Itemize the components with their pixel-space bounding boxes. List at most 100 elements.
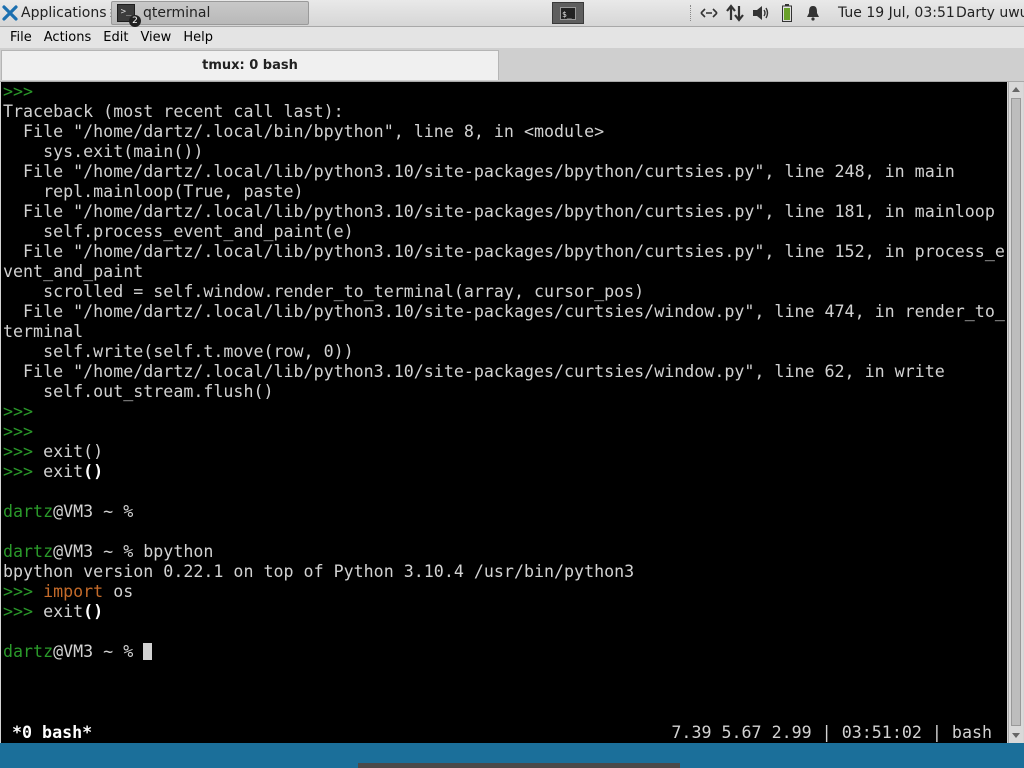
terminal-text: import bbox=[43, 582, 104, 601]
terminal-line: >>> bbox=[3, 422, 33, 442]
panel-separator bbox=[690, 5, 693, 21]
applications-label: Applications bbox=[21, 5, 107, 21]
terminal-text: repl.mainloop(True, paste) bbox=[3, 182, 304, 201]
terminal-text: >>> bbox=[3, 402, 34, 421]
scroll-up-arrow-icon[interactable] bbox=[1012, 87, 1020, 92]
terminal-line: File "/home/dartz/.local/lib/python3.10/… bbox=[3, 162, 955, 182]
menu-edit[interactable]: Edit bbox=[97, 30, 134, 45]
top-panel: Applications ☰ >_2 qterminal $_ Tue 19 J… bbox=[0, 0, 1024, 27]
clock[interactable]: Tue 19 Jul, 03:51 bbox=[838, 0, 955, 26]
terminal-text: vent_and_paint bbox=[3, 262, 144, 281]
workspace-switcher[interactable]: $_ bbox=[552, 2, 584, 24]
bottom-panel-strip bbox=[358, 763, 680, 768]
scrollbar-thumb[interactable] bbox=[1011, 98, 1021, 726]
terminal-text: File "/home/dartz/.local/lib/python3.10/… bbox=[3, 242, 1005, 261]
terminal-text: exit bbox=[33, 462, 84, 481]
terminal-text: >>> bbox=[3, 602, 34, 621]
terminal-icon: >_ 2 bbox=[117, 4, 141, 27]
system-tray bbox=[698, 0, 828, 26]
tab-bar: tmux: 0 bash bbox=[0, 48, 1024, 82]
terminal-line: terminal bbox=[3, 322, 83, 342]
terminal-line: >>> exit() bbox=[3, 462, 103, 482]
menu-actions[interactable]: Actions bbox=[38, 30, 98, 45]
terminal-text: exit() bbox=[33, 442, 104, 461]
terminal-line: File "/home/dartz/.local/bin/bpython", l… bbox=[3, 122, 604, 142]
terminal-text: () bbox=[83, 462, 104, 481]
terminal-text: self.out_stream.flush() bbox=[3, 382, 274, 401]
terminal-text: Traceback (most recent call last): bbox=[3, 102, 344, 121]
battery-icon[interactable] bbox=[776, 4, 798, 22]
window-count-badge: 2 bbox=[129, 15, 141, 27]
terminal-text: dartz bbox=[3, 642, 54, 661]
taskbar-title: qterminal bbox=[143, 5, 211, 21]
terminal-line: >>> import os bbox=[3, 582, 133, 602]
terminal-line: self.process_event_and_paint(e) bbox=[3, 222, 354, 242]
terminal-text: File "/home/dartz/.local/bin/bpython", l… bbox=[3, 122, 605, 141]
terminal-text: File "/home/dartz/.local/lib/python3.10/… bbox=[3, 202, 995, 221]
scroll-down-arrow-icon[interactable] bbox=[1012, 733, 1020, 738]
terminal-text: >>> bbox=[3, 582, 34, 601]
terminal-text: @VM3 ~ % bbox=[53, 642, 144, 661]
tab-tmux-bash[interactable]: tmux: 0 bash bbox=[1, 50, 499, 80]
terminal-line: self.out_stream.flush() bbox=[3, 382, 274, 402]
terminal-text: bpython version 0.22.1 on top of Python … bbox=[3, 562, 635, 581]
terminal-line: File "/home/dartz/.local/lib/python3.10/… bbox=[3, 242, 1005, 262]
terminal-text: File "/home/dartz/.local/lib/python3.10/… bbox=[3, 362, 945, 381]
tmux-window-list: *0 bash* bbox=[12, 723, 93, 742]
terminal-line: self.write(self.t.move(row, 0)) bbox=[3, 342, 354, 362]
terminal-output[interactable]: >>> Traceback (most recent call last): Fi… bbox=[1, 82, 1007, 743]
terminal-text: sys.exit(main()) bbox=[3, 142, 204, 161]
terminal-line: >>> exit() bbox=[3, 442, 103, 462]
terminal-text: dartz bbox=[3, 542, 54, 561]
terminal-text: @VM3 ~ % bpython bbox=[53, 542, 214, 561]
terminal-line: File "/home/dartz/.local/lib/python3.10/… bbox=[3, 362, 945, 382]
terminal-line: >>> bbox=[3, 402, 33, 422]
terminal-text: >>> bbox=[3, 462, 34, 481]
network-arrows-icon[interactable] bbox=[698, 4, 720, 22]
terminal-line: repl.mainloop(True, paste) bbox=[3, 182, 304, 202]
tmux-status-bar: *0 bash* 7.39 5.67 2.99 | 03:51:02 | bas… bbox=[1, 722, 1007, 743]
terminal-text: self.process_event_and_paint(e) bbox=[3, 222, 354, 241]
terminal-text: >>> bbox=[3, 422, 34, 441]
terminal-text: terminal bbox=[3, 322, 84, 341]
terminal-line: bpython version 0.22.1 on top of Python … bbox=[3, 562, 634, 582]
terminal-line: >>> exit() bbox=[3, 602, 103, 622]
terminal-line: File "/home/dartz/.local/lib/python3.10/… bbox=[3, 202, 995, 222]
qterminal-window: File Actions Edit View Help tmux: 0 bash… bbox=[0, 27, 1024, 743]
terminal-line: dartz@VM3 ~ % bbox=[3, 502, 133, 522]
terminal-text: scrolled = self.window.render_to_termina… bbox=[3, 282, 645, 301]
terminal-line: >>> bbox=[3, 82, 33, 102]
terminal-cursor bbox=[143, 643, 153, 660]
terminal-line: dartz@VM3 ~ % bbox=[3, 642, 153, 662]
menu-view[interactable]: View bbox=[134, 30, 177, 45]
terminal-text: File "/home/dartz/.local/lib/python3.10/… bbox=[3, 302, 1005, 321]
terminal-line: scrolled = self.window.render_to_termina… bbox=[3, 282, 644, 302]
terminal-text: @VM3 ~ % bbox=[53, 502, 134, 521]
tmux-status-right: 7.39 5.67 2.99 | 03:51:02 | bash bbox=[671, 723, 992, 742]
bell-icon[interactable] bbox=[802, 4, 824, 22]
menu-file[interactable]: File bbox=[4, 30, 38, 45]
taskbar-button-qterminal[interactable]: >_ 2 qterminal bbox=[111, 1, 309, 27]
terminal-text: File "/home/dartz/.local/lib/python3.10/… bbox=[3, 162, 955, 181]
terminal-text: self.write(self.t.move(row, 0)) bbox=[3, 342, 354, 361]
terminal-text: dartz bbox=[3, 502, 54, 521]
menubar: File Actions Edit View Help bbox=[0, 27, 1024, 48]
terminal-text: exit bbox=[33, 602, 84, 621]
terminal-window-thumbnail-icon: $_ bbox=[560, 6, 576, 20]
terminal-text: os bbox=[103, 582, 134, 601]
terminal-line: sys.exit(main()) bbox=[3, 142, 203, 162]
terminal-text: >>> bbox=[3, 442, 34, 461]
xfce-logo-icon bbox=[2, 5, 18, 21]
menu-help[interactable]: Help bbox=[177, 30, 219, 45]
transfer-icon[interactable] bbox=[724, 4, 746, 22]
terminal-line: Traceback (most recent call last): bbox=[3, 102, 344, 122]
scrollbar[interactable] bbox=[1008, 82, 1023, 743]
volume-icon[interactable] bbox=[750, 4, 772, 22]
terminal-line: dartz@VM3 ~ % bpython bbox=[3, 542, 213, 562]
terminal-line: vent_and_paint bbox=[3, 262, 143, 282]
terminal-text: () bbox=[83, 602, 104, 621]
terminal-line: File "/home/dartz/.local/lib/python3.10/… bbox=[3, 302, 1005, 322]
applications-menu[interactable]: Applications ☰ bbox=[0, 0, 119, 26]
user-menu[interactable]: Darty uwu bbox=[956, 0, 1024, 26]
